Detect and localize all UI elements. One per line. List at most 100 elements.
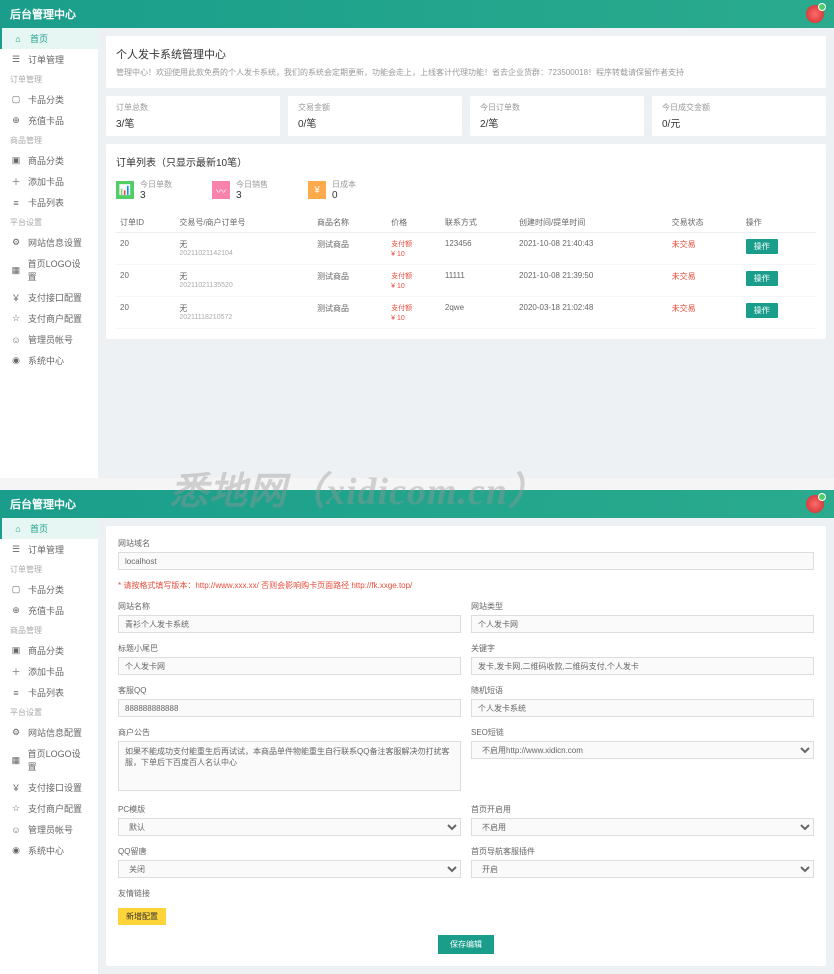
announce-textarea[interactable]	[118, 741, 461, 791]
sidebar-item-recharge[interactable]: ⊕ 充值卡品	[0, 600, 98, 621]
seo-select[interactable]: 开启	[471, 860, 814, 878]
seo-label: 首页导航客服插件	[471, 846, 814, 857]
add-icon: ⊕	[10, 605, 22, 617]
td-status: 未交易	[668, 297, 742, 329]
type-input[interactable]	[471, 615, 814, 633]
main-content-1: 个人发卡系统管理中心 管理中心！欢迎使用此款免费的个人发卡系统，我们的系统会定期…	[98, 28, 834, 478]
td-contact: 123456	[441, 233, 515, 265]
phrase-label: 随机短语	[471, 685, 814, 696]
panel-stat-value: 0	[332, 190, 356, 201]
phrase-input[interactable]	[471, 699, 814, 717]
banner: 个人发卡系统管理中心 管理中心！欢迎使用此款免费的个人发卡系统，我们的系统会定期…	[106, 36, 826, 88]
short-select[interactable]: 不启用http://www.xidicn.com	[471, 741, 814, 759]
title-label: 网站名称	[118, 601, 461, 612]
banner-sub: 管理中心！欢迎使用此款免费的个人发卡系统，我们的系统会定期更新，功能会走上，上线…	[116, 67, 816, 78]
subtitle-input[interactable]	[118, 657, 461, 675]
short-label: SEO短链	[471, 727, 814, 738]
action-button[interactable]: 操作	[746, 239, 778, 254]
table-row: 20 无20211021142104 测试商品 支付额¥ 10 123456 2…	[116, 233, 816, 265]
sidebar-item-label: 首页LOGO设置	[28, 747, 88, 773]
image-icon: ▦	[10, 754, 22, 766]
sidebar-item-home[interactable]: ⌂ 首页	[0, 518, 98, 539]
sidebar-item-label: 管理员帐号	[28, 333, 73, 346]
sidebar-item-merchant[interactable]: ☆ 支付商户配置	[0, 798, 98, 819]
pay-icon: ￥	[10, 782, 22, 794]
stat-value: 3/笔	[116, 115, 270, 130]
table-row: 20 无20211021135520 测试商品 支付额¥ 10 11111 20…	[116, 265, 816, 297]
keywords-input[interactable]	[471, 657, 814, 675]
th: 操作	[742, 213, 816, 233]
sidebar-item-system[interactable]: ◉ 系统中心	[0, 350, 98, 371]
sidebar-item-cat[interactable]: ▢ 卡品分类	[0, 579, 98, 600]
pc-select[interactable]: 默认	[118, 818, 461, 836]
settings-icon: ⚙	[10, 727, 22, 739]
sidebar-item-label: 订单管理	[28, 543, 64, 556]
sidebar-item-label: 网站信息配置	[28, 726, 82, 739]
sidebar-item-site[interactable]: ⚙ 网站信息配置	[0, 722, 98, 743]
sidebar-item-label: 支付接口配置	[28, 291, 82, 304]
sidebar-item-logo[interactable]: ▦ 首页LOGO设置	[0, 743, 98, 777]
td-price: 支付额¥ 10	[387, 297, 441, 329]
sidebar-item-addcard[interactable]: ＋ 添加卡品	[0, 171, 98, 192]
qqpush-label: QQ留唐	[118, 846, 461, 857]
sidebar-item-pay[interactable]: ￥ 支付接口配置	[0, 287, 98, 308]
domain-input[interactable]	[118, 552, 814, 570]
money-icon: ¥	[308, 181, 326, 199]
td-status: 未交易	[668, 233, 742, 265]
avatar[interactable]	[806, 5, 824, 23]
submit-button[interactable]: 保存编辑	[438, 935, 494, 954]
home-icon: ⌂	[12, 33, 24, 45]
sidebar-item-pcat[interactable]: ▣ 商品分类	[0, 150, 98, 171]
home-label: 首页开启用	[471, 804, 814, 815]
sidebar-item-logo[interactable]: ▦ 首页LOGO设置	[0, 253, 98, 287]
sidebar-item-admin[interactable]: ☺ 管理员帐号	[0, 819, 98, 840]
th: 价格	[387, 213, 441, 233]
settings-form: 网站域名 * 请按格式填写版本：http://www.xxx.xx/ 否则会影响…	[106, 526, 826, 966]
th: 订单ID	[116, 213, 175, 233]
note-link[interactable]: http://fk.xxge.top/	[351, 581, 412, 590]
sidebar-group: 订单管理	[0, 560, 98, 579]
sidebar-item-pcat[interactable]: ▣ 商品分类	[0, 640, 98, 661]
orders-panel: 订单列表（只显示最新10笔） 📊 今日单数 3 〰 今日销售 3	[106, 144, 826, 339]
td-action: 操作	[742, 265, 816, 297]
action-button[interactable]: 操作	[746, 303, 778, 318]
td-id: 20	[116, 265, 175, 297]
sidebar-item-recharge[interactable]: ⊕ 充值卡品	[0, 110, 98, 131]
category-icon: ▢	[10, 94, 22, 106]
th: 交易号/商户订单号	[175, 213, 313, 233]
sidebar-item-cat[interactable]: ▢ 卡品分类	[0, 89, 98, 110]
sidebar-item-system[interactable]: ◉ 系统中心	[0, 840, 98, 861]
sidebar-item-addcard[interactable]: ＋ 添加卡品	[0, 661, 98, 682]
sidebar-item-merchant[interactable]: ☆ 支付商户配置	[0, 308, 98, 329]
sidebar-item-pay[interactable]: ￥ 支付接口设置	[0, 777, 98, 798]
action-button[interactable]: 操作	[746, 271, 778, 286]
sidebar-item-cardlist[interactable]: ≡ 卡品列表	[0, 192, 98, 213]
th: 商品名称	[313, 213, 387, 233]
header-1: 后台管理中心	[0, 0, 834, 28]
td-contact: 2qwe	[441, 297, 515, 329]
sidebar-item-site[interactable]: ⚙ 网站信息设置	[0, 232, 98, 253]
plus-icon: ＋	[10, 176, 22, 188]
sidebar-item-cardlist[interactable]: ≡ 卡品列表	[0, 682, 98, 703]
sidebar-item-admin[interactable]: ☺ 管理员帐号	[0, 329, 98, 350]
avatar[interactable]	[806, 495, 824, 513]
qqpush-select[interactable]: 关闭	[118, 860, 461, 878]
banner-title: 个人发卡系统管理中心	[116, 46, 816, 62]
panel-stat-value: 3	[236, 190, 268, 201]
sidebar-item-home[interactable]: ⌂ 首页	[0, 28, 98, 49]
add-icon: ⊕	[10, 115, 22, 127]
stat-card: 订单总数 3/笔	[106, 96, 280, 136]
sidebar-item-label: 支付商户配置	[28, 802, 82, 815]
sidebar-item-orders[interactable]: ☰ 订单管理	[0, 49, 98, 70]
panel-stats: 📊 今日单数 3 〰 今日销售 3 ¥ 日成本	[116, 179, 816, 201]
main-content-2: 网站域名 * 请按格式填写版本：http://www.xxx.xx/ 否则会影响…	[98, 518, 834, 974]
home-select[interactable]: 不启用	[471, 818, 814, 836]
orders-table: 订单ID 交易号/商户订单号 商品名称 价格 联系方式 创建时间/提单时间 交易…	[116, 213, 816, 329]
sidebar-2: ⌂ 首页 ☰ 订单管理 订单管理 ▢ 卡品分类 ⊕ 充值卡品 商品管理 ▣ 商品…	[0, 518, 98, 974]
header-title: 后台管理中心	[10, 496, 76, 512]
sidebar-item-orders[interactable]: ☰ 订单管理	[0, 539, 98, 560]
add-friend-button[interactable]: 新增配置	[118, 908, 166, 925]
qq-input[interactable]	[118, 699, 461, 717]
title-input[interactable]	[118, 615, 461, 633]
list-icon: ≡	[10, 197, 22, 209]
